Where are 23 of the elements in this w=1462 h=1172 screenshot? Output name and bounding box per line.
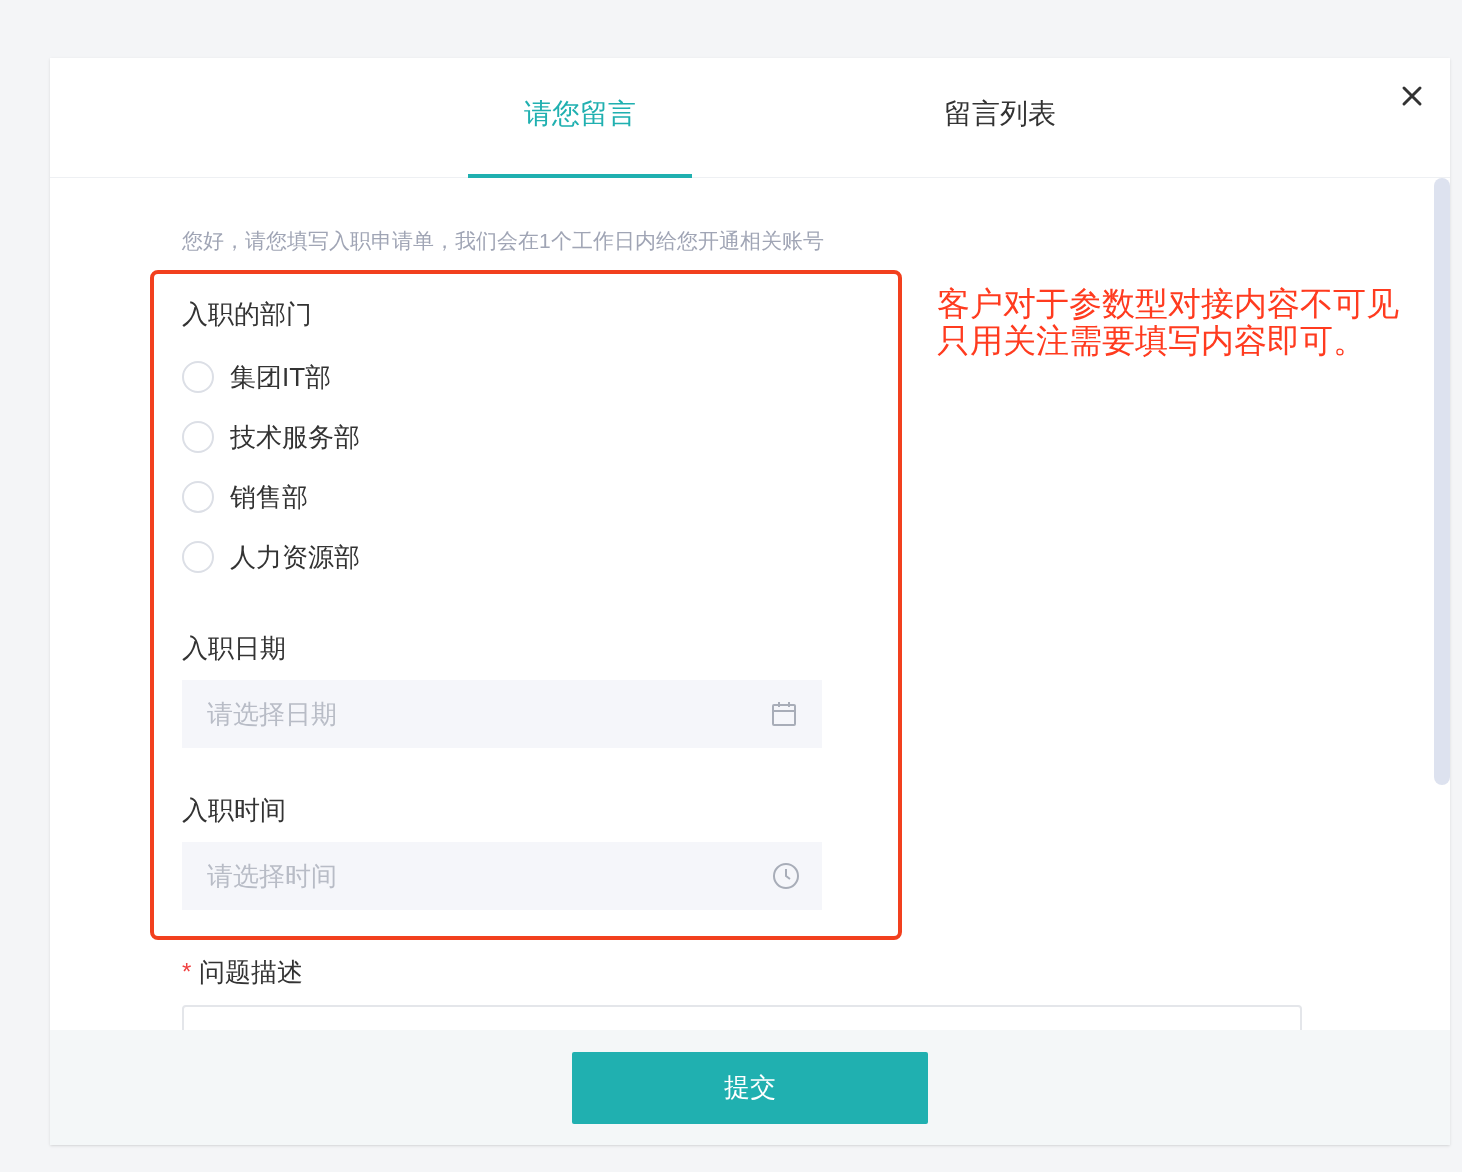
radio-label[interactable]: 销售部 — [230, 477, 308, 517]
time-field[interactable]: 请选择时间 — [182, 842, 822, 910]
radio-label[interactable]: 集团IT部 — [230, 357, 332, 397]
scrollbar-thumb[interactable] — [1434, 178, 1450, 785]
intro-text: 您好，请您填写入职申请单，我们会在1个工作日内给您开通相关账号 — [182, 228, 825, 254]
date-field[interactable]: 请选择日期 — [182, 680, 822, 748]
calendar-icon — [771, 701, 797, 727]
radio-label[interactable]: 技术服务部 — [230, 417, 360, 457]
annotation-text: 只用关注需要填写内容即可。 — [937, 322, 1367, 359]
clock-icon — [772, 862, 800, 890]
annotation-text: 客户对于参数型对接内容不可见 — [937, 285, 1399, 322]
radio-button[interactable] — [182, 481, 214, 513]
field-label: 入职时间 — [182, 794, 287, 826]
close-icon[interactable] — [1400, 84, 1424, 108]
radio-label[interactable]: 人力资源部 — [230, 537, 360, 577]
required-asterisk: * — [182, 957, 192, 987]
field-label: 入职日期 — [182, 632, 287, 664]
radio-button[interactable] — [182, 421, 214, 453]
field-label: 问题描述 — [199, 955, 304, 989]
radio-button[interactable] — [182, 541, 214, 573]
field-label: 入职的部门 — [182, 298, 313, 330]
radio-button[interactable] — [182, 361, 214, 393]
tab[interactable]: 留言列表 — [888, 58, 1112, 178]
